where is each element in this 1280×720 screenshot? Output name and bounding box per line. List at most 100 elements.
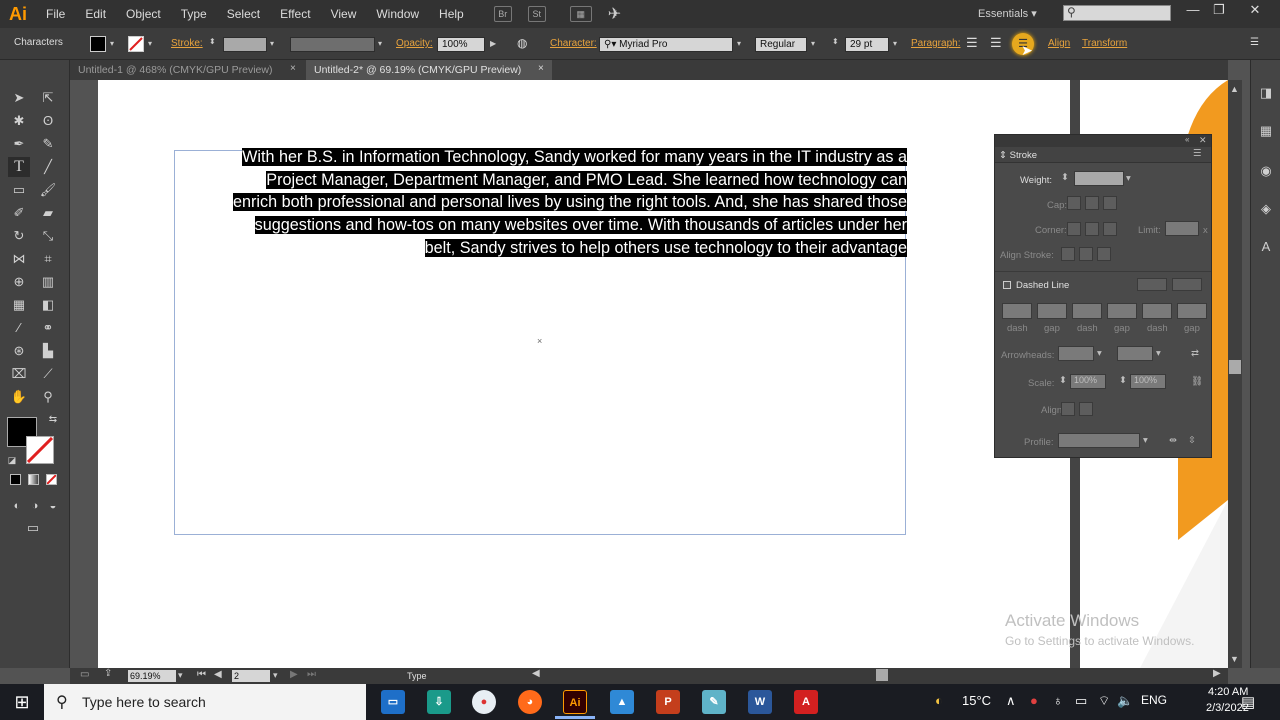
gradient-tool-icon[interactable]: ◧ <box>37 295 59 315</box>
character-panel-icon[interactable]: A <box>1257 238 1275 256</box>
bridge-icon[interactable]: Br <box>493 6 512 22</box>
menu-object[interactable]: Object <box>116 0 171 28</box>
preserve-dash-icon[interactable] <box>1137 278 1167 291</box>
stroke-color-box[interactable] <box>26 436 54 464</box>
none-mode-icon[interactable] <box>46 474 57 485</box>
opacity-field[interactable]: 100% <box>437 37 485 52</box>
word-icon[interactable]: W <box>748 690 772 714</box>
graph-tool-icon[interactable]: ▙ <box>37 341 59 361</box>
color-panel-icon[interactable]: ◨ <box>1257 84 1275 102</box>
file-explorer-icon[interactable]: ▭ <box>381 690 405 714</box>
link-scale-icon[interactable]: ⛓ <box>1191 376 1203 387</box>
direct-selection-tool-icon[interactable]: ⇱ <box>37 88 59 108</box>
flip-along-icon[interactable]: ⇹ <box>1169 435 1177 446</box>
swap-arrowheads-icon[interactable]: ⇄ <box>1191 348 1199 359</box>
start-scale-field[interactable]: 100% <box>1070 374 1106 389</box>
stroke-label[interactable]: Stroke: <box>171 38 203 49</box>
start-arrowhead-select[interactable] <box>1058 346 1094 361</box>
swatches-panel-icon[interactable]: ▦ <box>1257 122 1275 140</box>
last-artboard-icon[interactable]: ⏭ <box>307 669 316 680</box>
scroll-down-icon[interactable]: ▼ <box>1230 654 1239 664</box>
tab-close-icon[interactable]: × <box>290 63 296 74</box>
menu-window[interactable]: Window <box>366 0 429 28</box>
zoom-field[interactable]: 69.19% <box>128 670 176 682</box>
align-center-icon[interactable]: ☰ <box>990 35 1002 51</box>
artboard-tool-icon[interactable]: ⌧ <box>8 364 30 384</box>
tab-untitled-2[interactable]: Untitled-2* @ 69.19% (CMYK/GPU Preview) <box>306 60 552 80</box>
free-transform-tool-icon[interactable]: ⌗ <box>37 249 59 269</box>
menu-select[interactable]: Select <box>217 0 270 28</box>
scale-tool-icon[interactable]: ⤡ <box>37 226 59 246</box>
mesh-tool-icon[interactable]: ▦ <box>8 295 30 315</box>
start-arrow-dropdown-icon[interactable]: ▾ <box>1097 348 1102 359</box>
line-segment-tool-icon[interactable]: ╱ <box>37 157 59 177</box>
screen-mode-icon[interactable]: ▭ <box>22 518 44 538</box>
zoom-dropdown-icon[interactable]: ▾ <box>178 670 183 681</box>
tab-untitled-1[interactable]: Untitled-1 @ 468% (CMYK/GPU Preview) <box>70 60 306 80</box>
weight-dropdown-icon[interactable]: ▾ <box>1126 173 1131 184</box>
font-style-field[interactable]: Regular <box>755 37 807 52</box>
default-colors-icon[interactable]: ◪ <box>1 450 23 470</box>
align-center-stroke-icon[interactable] <box>1061 247 1075 261</box>
arrow-tip-beyond-icon[interactable] <box>1061 402 1075 416</box>
dash-field-3[interactable] <box>1142 303 1172 319</box>
scale-stepper-2[interactable]: ⬍ <box>1119 375 1127 386</box>
align-outside-stroke-icon[interactable] <box>1097 247 1111 261</box>
taskbar-search-box[interactable]: ⚲ Type here to search <box>44 684 366 720</box>
workspace-switcher[interactable]: Essentials ▾ <box>978 0 1037 28</box>
zoom-tool-icon[interactable]: ⚲ <box>37 387 59 407</box>
notepad-icon[interactable]: ✎ <box>702 690 726 714</box>
artboard-nav-icon[interactable]: ▭ <box>80 669 89 680</box>
round-cap-icon[interactable] <box>1085 196 1099 210</box>
language-indicator[interactable]: ENG <box>1141 693 1167 707</box>
gap-field-1[interactable] <box>1037 303 1067 319</box>
align-inside-stroke-icon[interactable] <box>1079 247 1093 261</box>
appearance-panel-icon[interactable]: ◉ <box>1257 162 1275 180</box>
eraser-tool-icon[interactable]: ▰ <box>37 203 59 223</box>
arrow-tip-at-end-icon[interactable] <box>1079 402 1093 416</box>
projecting-cap-icon[interactable] <box>1103 196 1117 210</box>
end-arrow-dropdown-icon[interactable]: ▾ <box>1156 348 1161 359</box>
opacity-label[interactable]: Opacity: <box>396 38 433 49</box>
menu-file[interactable]: File <box>36 0 75 28</box>
gap-field-2[interactable] <box>1107 303 1137 319</box>
volume-icon[interactable]: 🔈 <box>1117 693 1133 709</box>
weight-field[interactable] <box>1074 171 1124 186</box>
font-family-field[interactable]: ⚲▾ Myriad Pro <box>599 37 733 52</box>
end-arrowhead-select[interactable] <box>1117 346 1153 361</box>
weight-stepper[interactable]: ⬍ <box>1061 172 1069 183</box>
pen-tool-icon[interactable]: ✒ <box>8 134 30 154</box>
first-artboard-icon[interactable]: ⏮ <box>197 669 206 680</box>
arrange-documents-icon[interactable]: ▦ <box>569 6 592 22</box>
end-scale-field[interactable]: 100% <box>1130 374 1166 389</box>
fill-dropdown-icon[interactable]: ▾ <box>110 39 114 48</box>
illustrator-taskbar-icon[interactable]: Ai <box>563 690 587 714</box>
gpu-performance-icon[interactable]: ✈ <box>608 4 621 24</box>
butt-cap-icon[interactable] <box>1067 196 1081 210</box>
layers-panel-icon[interactable]: ◈ <box>1257 200 1275 218</box>
font-size-field[interactable]: 29 pt <box>845 37 889 52</box>
record-icon[interactable]: ● <box>1030 693 1038 708</box>
panel-close-icon[interactable]: ✕ <box>1199 135 1207 146</box>
profile-dropdown-icon[interactable]: ▾ <box>378 39 382 48</box>
panel-header[interactable] <box>995 135 1211 147</box>
tray-chevron-icon[interactable]: ∧ <box>1006 693 1016 709</box>
stroke-weight-field[interactable] <box>223 37 267 52</box>
dash-field-1[interactable] <box>1002 303 1032 319</box>
font-size-dropdown-icon[interactable]: ▾ <box>893 39 897 48</box>
stroke-panel-title[interactable]: ⇕ Stroke <box>999 150 1037 161</box>
powerpoint-icon[interactable]: P <box>656 690 680 714</box>
previous-artboard-icon[interactable]: ◀ <box>214 669 222 680</box>
round-join-icon[interactable] <box>1085 222 1099 236</box>
profile-select[interactable] <box>1058 433 1140 448</box>
weather-icon[interactable]: ◐ <box>935 693 943 708</box>
font-style-dropdown-icon[interactable]: ▾ <box>811 39 815 48</box>
downloader-icon[interactable]: ⇩ <box>427 690 451 714</box>
opacity-arrow-icon[interactable]: ▶ <box>490 39 496 48</box>
font-size-stepper[interactable]: ⬍ <box>832 37 839 46</box>
hand-tool-icon[interactable]: ✋ <box>8 387 30 407</box>
close-button[interactable]: ✕ <box>1240 0 1270 20</box>
acrobat-icon[interactable]: A <box>794 690 818 714</box>
scroll-up-icon[interactable]: ▲ <box>1230 84 1239 94</box>
magic-wand-tool-icon[interactable]: ✱ <box>8 111 30 131</box>
